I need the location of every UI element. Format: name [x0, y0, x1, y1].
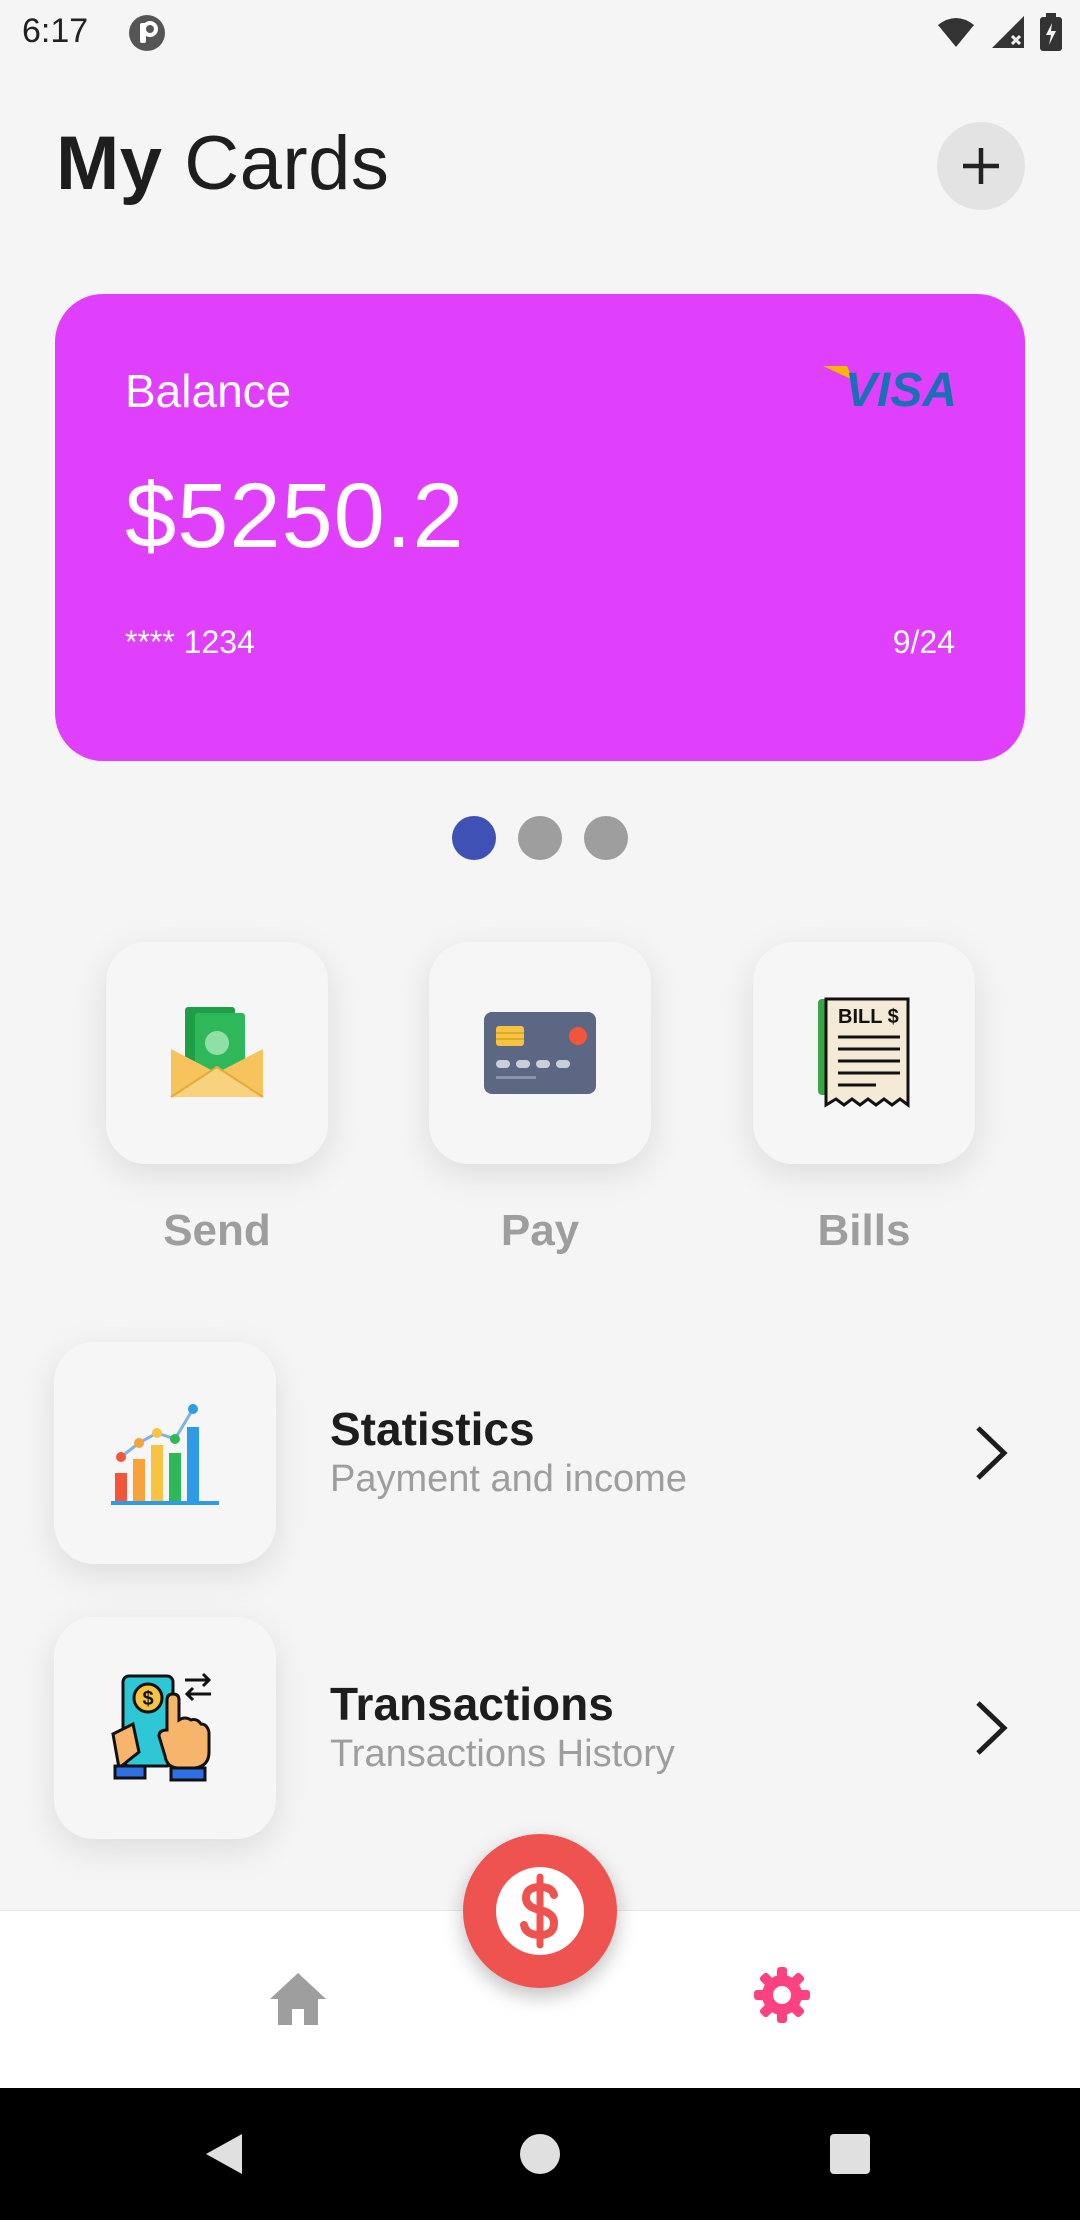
- home-circle-icon[interactable]: [520, 2134, 560, 2174]
- chevron-right-icon[interactable]: [972, 1697, 1012, 1759]
- transactions-row[interactable]: $ Transactions Transactions History: [54, 1617, 1026, 1839]
- transactions-tile: $: [54, 1617, 276, 1839]
- pay-label: Pay: [500, 1206, 580, 1255]
- card-expiry: 9/24: [892, 624, 955, 660]
- add-card-button[interactable]: [937, 122, 1025, 210]
- visa-logo-icon: VISA: [823, 364, 957, 412]
- page-title-regular: Cards: [162, 121, 390, 206]
- card-brand: VISA: [845, 364, 957, 412]
- card-pager: [0, 816, 1080, 860]
- pay-tile[interactable]: [429, 942, 651, 1164]
- statistics-row[interactable]: Statistics Payment and income: [54, 1342, 1026, 1564]
- notification-app-icon: [129, 15, 165, 51]
- chevron-right-icon[interactable]: [972, 1422, 1012, 1484]
- svg-text:$: $: [142, 1688, 153, 1710]
- pager-dot-1[interactable]: [452, 816, 496, 860]
- recents-square-icon[interactable]: [830, 2134, 870, 2174]
- status-bar: 6:17: [0, 0, 1080, 66]
- svg-text:BILL $: BILL $: [838, 1006, 899, 1028]
- statistics-tile: [54, 1342, 276, 1564]
- bills-label: Bills: [817, 1206, 911, 1255]
- statistics-title: Statistics: [330, 1403, 535, 1455]
- pager-dot-3[interactable]: [584, 816, 628, 860]
- credit-card-icon: [484, 1012, 596, 1094]
- bills-action[interactable]: BILL $ Bills: [753, 942, 975, 1256]
- page-title-bold: My: [56, 121, 163, 206]
- plus-icon: [963, 148, 999, 184]
- balance-card[interactable]: Balance VISA $5250.2 **** 1234 9/24: [55, 294, 1025, 761]
- pager-dot-2[interactable]: [518, 816, 562, 860]
- statistics-subtitle: Payment and income: [330, 1458, 687, 1500]
- page-title: My Cards: [56, 120, 389, 207]
- bill-icon: BILL $: [818, 997, 910, 1108]
- status-time: 6:17: [22, 12, 89, 50]
- transactions-title: Transactions: [330, 1678, 614, 1730]
- money-envelope-icon: [170, 1007, 264, 1098]
- bills-tile[interactable]: BILL $: [753, 942, 975, 1164]
- dollar-icon: [496, 1867, 584, 1955]
- payment-fab-button[interactable]: [463, 1834, 617, 1988]
- send-action[interactable]: Send: [106, 942, 328, 1256]
- battery-icon: [1040, 13, 1062, 51]
- pay-action[interactable]: Pay: [429, 942, 651, 1256]
- send-tile[interactable]: [106, 942, 328, 1164]
- transactions-subtitle: Transactions History: [330, 1733, 675, 1775]
- card-number: **** 1234: [125, 624, 255, 660]
- back-icon[interactable]: [204, 2132, 244, 2176]
- signal-icon: [992, 16, 1024, 48]
- card-balance-label: Balance: [125, 365, 292, 417]
- phone-payment-icon: $: [111, 1672, 212, 1782]
- system-navigation-bar: [0, 2088, 1080, 2220]
- send-label: Send: [163, 1206, 271, 1255]
- bar-chart-icon: [111, 1404, 219, 1505]
- home-icon[interactable]: [268, 1971, 328, 2027]
- status-icons: [936, 12, 1062, 52]
- card-balance: $5250.2: [125, 465, 465, 567]
- settings-gear-icon[interactable]: [752, 1965, 812, 2025]
- wifi-icon: [938, 18, 974, 47]
